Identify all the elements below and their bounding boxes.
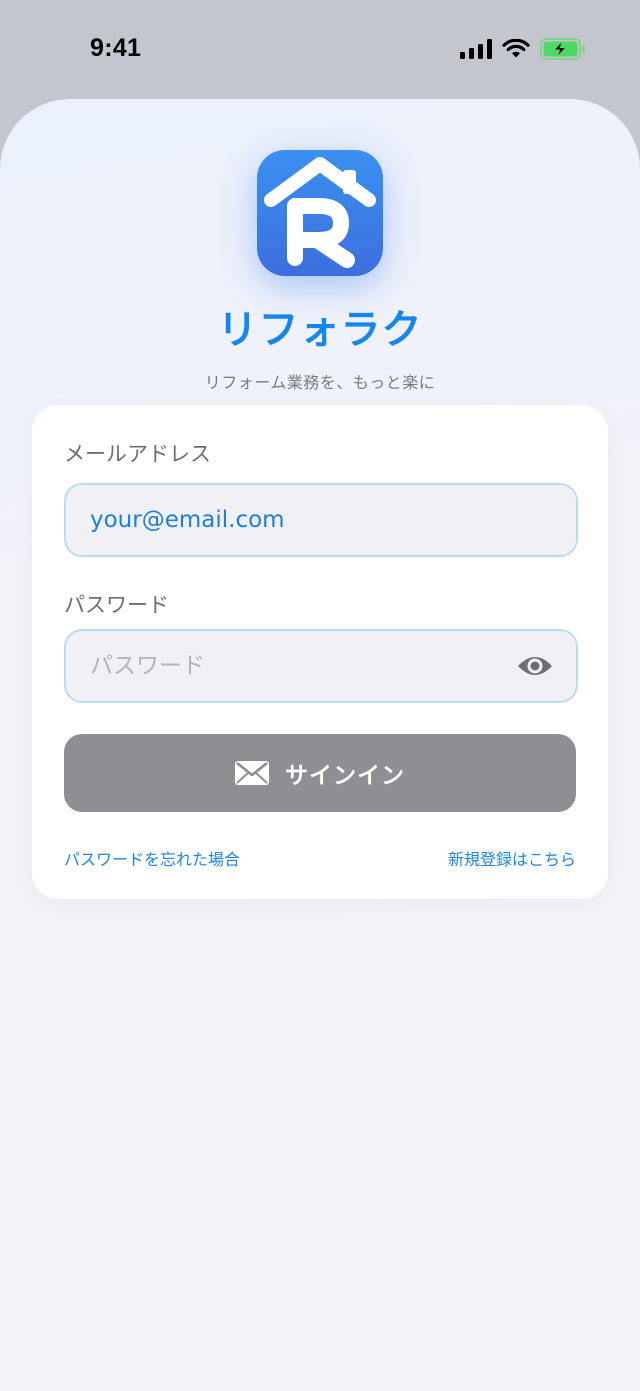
login-sheet: リフォラク リフォーム業務を、もっと楽に メールアドレス パスワード [0, 99, 640, 1391]
wifi-icon [502, 39, 530, 58]
password-label: パスワード [64, 593, 169, 617]
app-name: リフォラク [217, 307, 423, 353]
cellular-signal-icon [460, 39, 492, 59]
eye-icon [518, 657, 552, 675]
email-field-box[interactable] [64, 483, 578, 557]
status-icons [460, 38, 586, 60]
status-bar: 9:41 [0, 0, 640, 100]
password-field[interactable] [90, 631, 490, 701]
forgot-password-link[interactable]: パスワードを忘れた場合 [64, 846, 240, 870]
email-field[interactable] [90, 485, 490, 555]
email-label: メールアドレス [64, 442, 211, 466]
register-link[interactable]: 新規登録はこちら [448, 846, 576, 870]
signin-button[interactable]: サインイン [64, 734, 576, 812]
app-tagline: リフォーム業務を、もっと楽に [204, 373, 436, 392]
signin-label: サインイン [285, 763, 405, 789]
battery-charging-icon [540, 38, 585, 60]
status-time: 9:41 [90, 34, 142, 62]
password-field-box[interactable] [64, 629, 578, 703]
envelope-icon [235, 761, 269, 785]
app-logo-icon [257, 150, 383, 276]
show-password-button[interactable] [516, 650, 554, 682]
login-card: メールアドレス パスワード サインイン パスワードを忘れた場合 [32, 405, 608, 899]
